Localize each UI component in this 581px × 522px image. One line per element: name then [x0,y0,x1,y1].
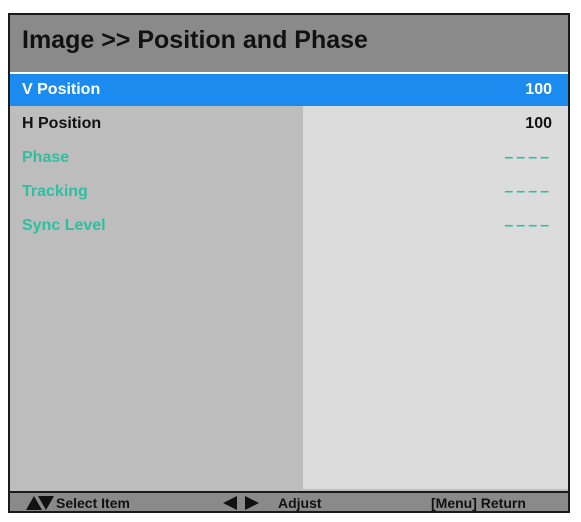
osd-menu-window: Image >> Position and Phase V Position 1… [8,13,570,513]
menu-item-value: –––– [504,217,552,234]
menu-item-label: H Position [22,115,102,132]
left-arrow-icon [223,496,237,510]
menu-item-value: 100 [525,81,552,98]
select-item-hint: Select Item [56,495,130,511]
menu-item-phase: Phase –––– [10,142,568,174]
left-right-arrows-icon [223,496,259,510]
menu-item-v-position[interactable]: V Position 100 [10,74,568,106]
menu-item-h-position[interactable]: H Position 100 [10,108,568,140]
menu-body: V Position 100 H Position 100 Phase ––––… [10,74,568,489]
adjust-hint: Adjust [278,495,322,511]
title-bar: Image >> Position and Phase [10,15,568,72]
menu-item-label: Tracking [22,183,88,200]
menu-item-tracking: Tracking –––– [10,176,568,208]
menu-item-label: Sync Level [22,217,106,234]
menu-item-value: –––– [504,149,552,166]
footer-hint-bar: Select Item Adjust [Menu] Return [10,491,568,511]
right-arrow-icon [245,496,259,510]
menu-return-hint: [Menu] Return [431,495,526,511]
menu-item-label: Phase [22,149,70,166]
menu-item-value: 100 [525,115,552,132]
menu-item-label: V Position [22,81,101,98]
menu-item-sync-level: Sync Level –––– [10,210,568,242]
menu-item-value: –––– [504,183,552,200]
page-title: Image >> Position and Phase [22,26,368,54]
